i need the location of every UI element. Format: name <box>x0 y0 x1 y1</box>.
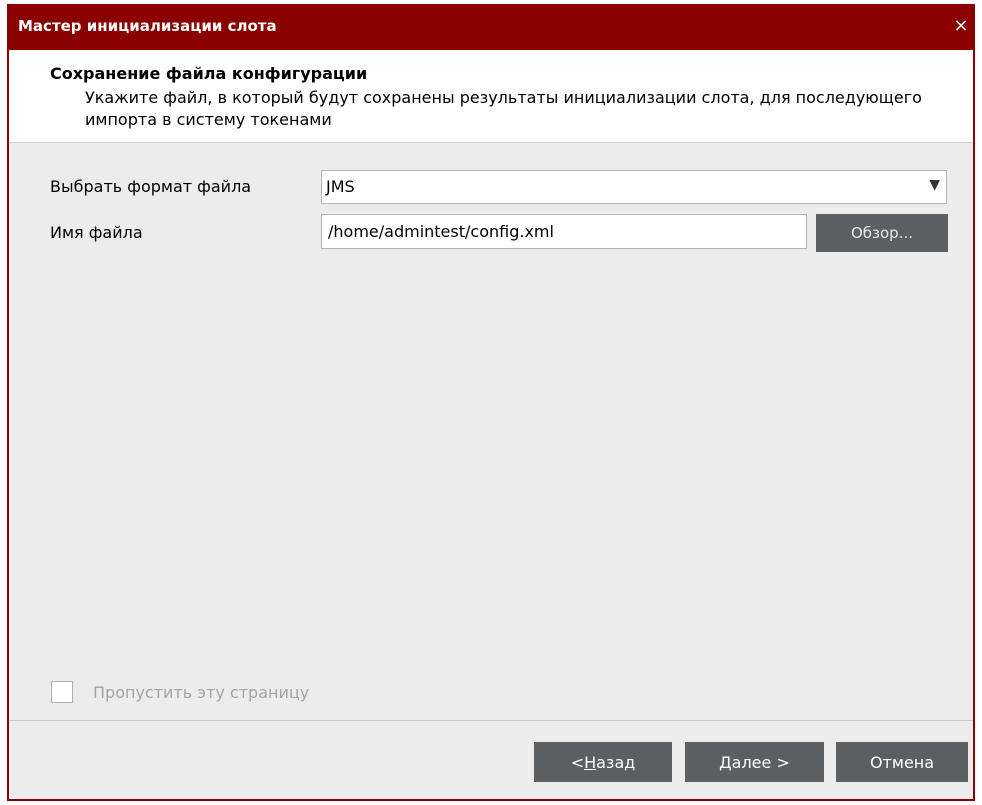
footer-divider <box>9 720 973 721</box>
back-prefix: < <box>570 752 585 772</box>
filename-label: Имя файла <box>50 223 143 242</box>
next-button[interactable]: Далее > <box>685 742 824 782</box>
format-select[interactable]: JMS ▼ <box>321 170 947 204</box>
page-header: Сохранение файла конфигурации Укажите фа… <box>9 50 973 143</box>
chevron-down-icon[interactable]: ▼ <box>929 177 940 193</box>
format-label: Выбрать формат файла <box>50 177 252 196</box>
close-icon[interactable]: × <box>951 16 971 36</box>
next-rest: алее > <box>731 752 790 772</box>
next-mnemonic: Д <box>719 752 732 772</box>
cancel-button[interactable]: Отмена <box>836 742 968 782</box>
browse-button[interactable]: Обзор... <box>816 214 948 252</box>
title-bar: Мастер инициализации слота × <box>7 4 975 50</box>
format-value: JMS <box>326 177 355 196</box>
back-button[interactable]: < Назад <box>534 742 672 782</box>
skip-page-label: Пропустить эту страницу <box>93 682 310 702</box>
back-rest: азад <box>596 752 636 772</box>
wizard-window: Мастер инициализации слота × Сохранение … <box>7 4 975 801</box>
wizard-body: Сохранение файла конфигурации Укажите фа… <box>9 50 973 799</box>
window-title: Мастер инициализации слота <box>18 17 277 35</box>
back-mnemonic: Н <box>584 752 597 772</box>
filename-input[interactable] <box>321 214 807 249</box>
skip-page-row[interactable]: Пропустить эту страницу <box>51 679 309 705</box>
page-title: Сохранение файла конфигурации <box>50 64 368 83</box>
skip-page-checkbox[interactable] <box>51 681 73 703</box>
page-description: Укажите файл, в который будут сохранены … <box>85 88 922 129</box>
